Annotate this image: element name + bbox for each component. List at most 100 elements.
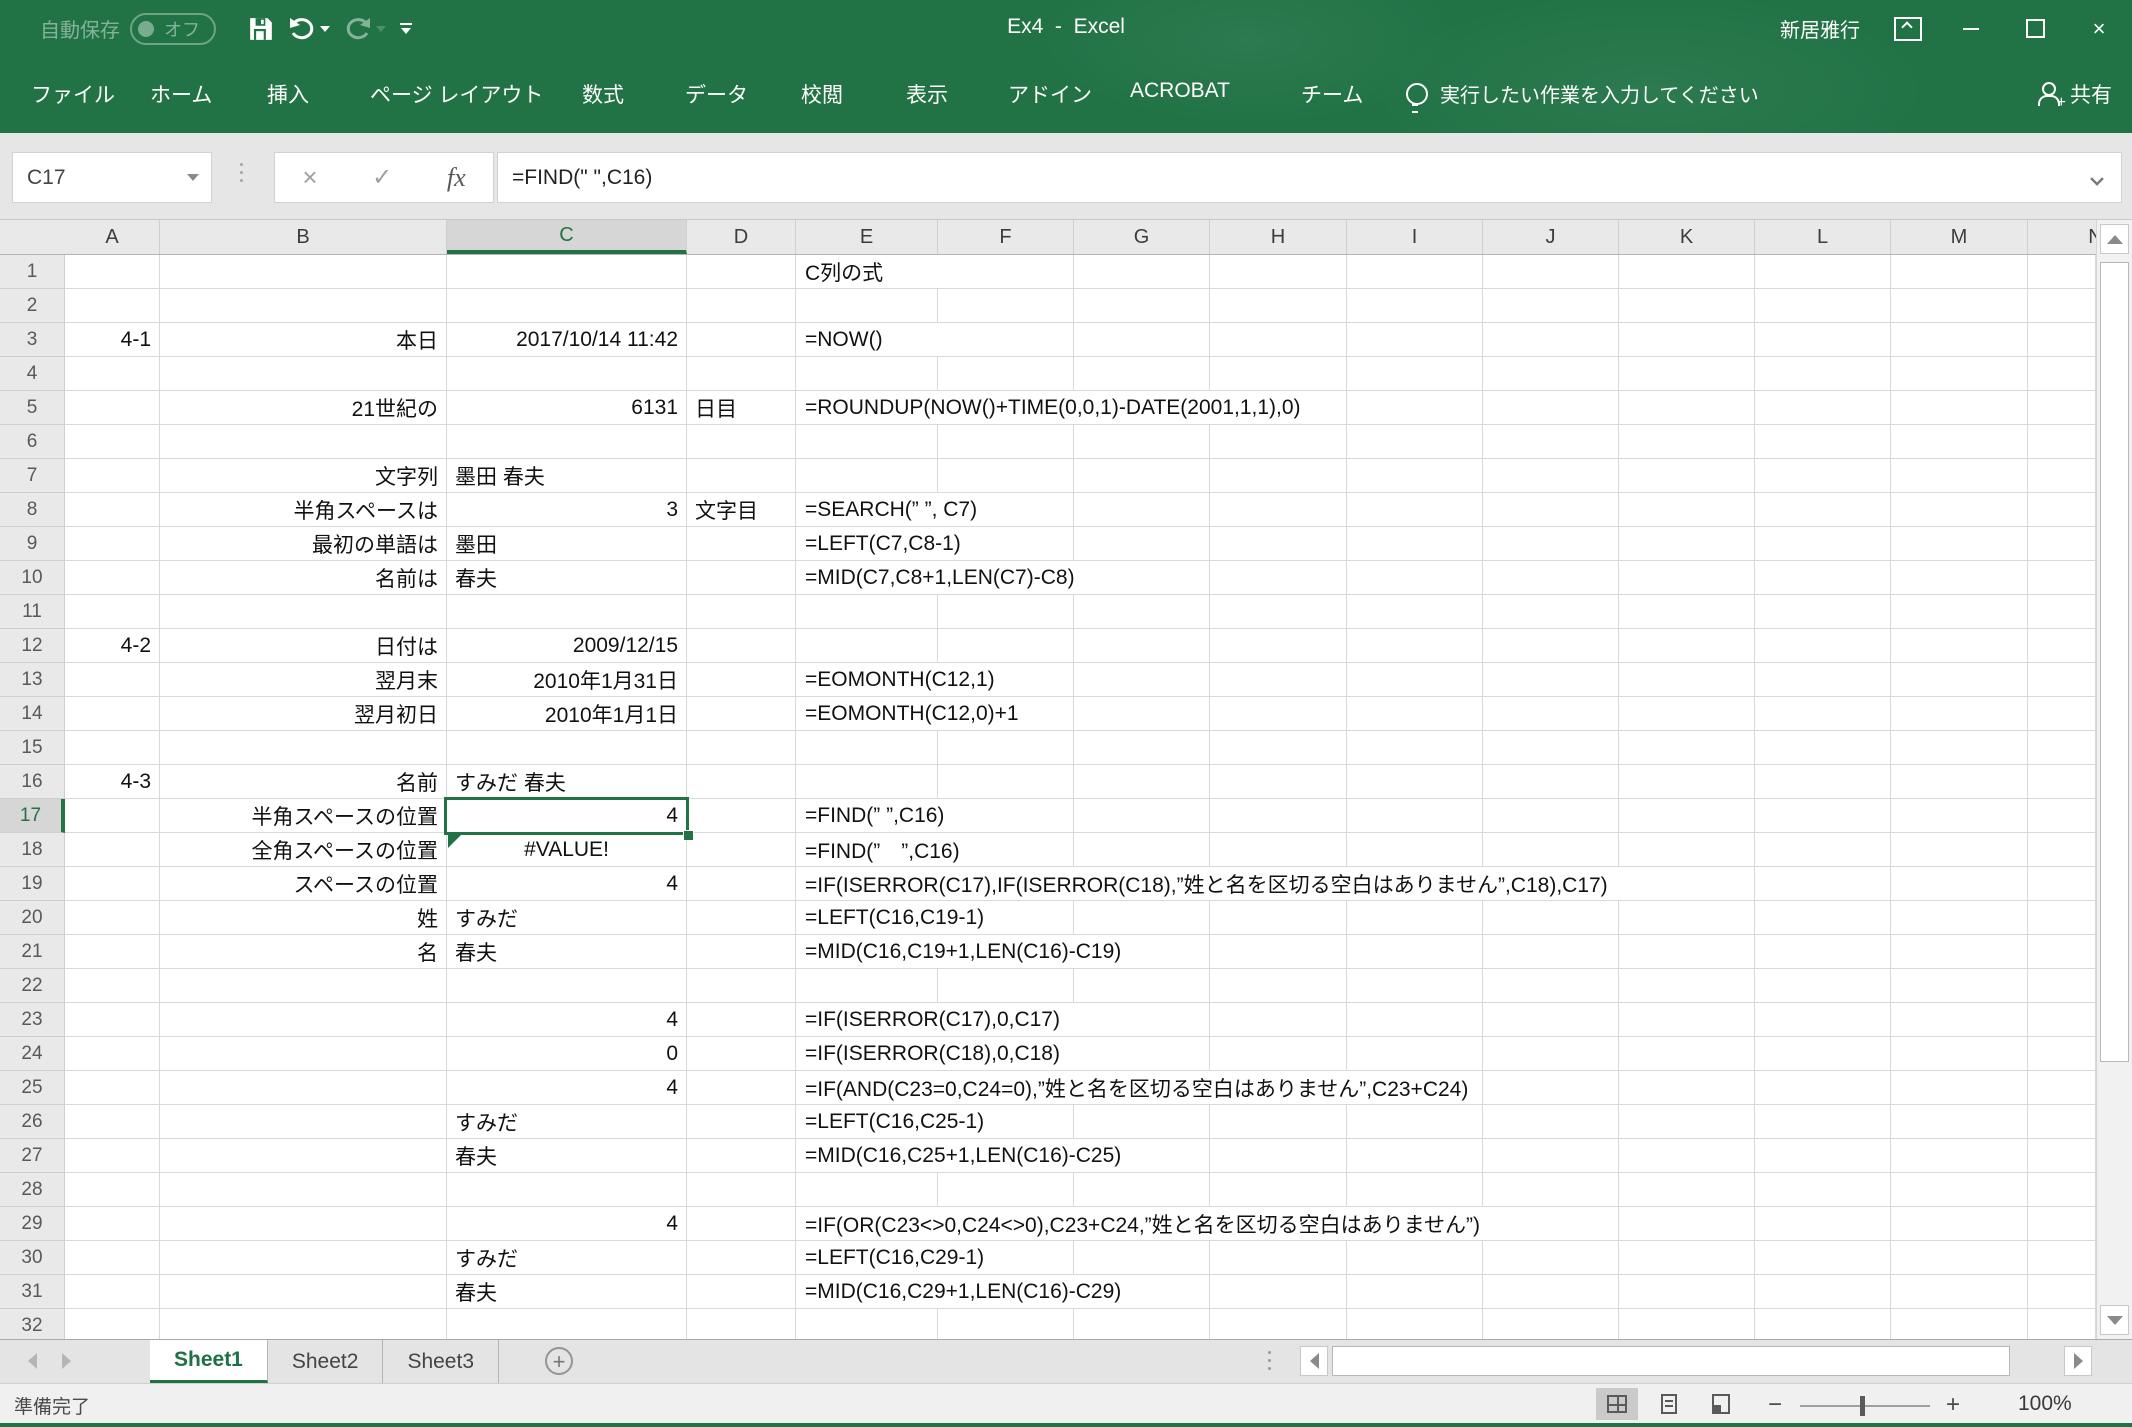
confirm-entry-icon[interactable]: ✓ (372, 163, 392, 192)
cell-K14[interactable] (1619, 697, 1755, 731)
cell-G16[interactable] (1074, 765, 1210, 799)
scroll-left-button[interactable] (1300, 1346, 1328, 1376)
cell-A24[interactable] (65, 1037, 160, 1071)
cell-H21[interactable] (1210, 935, 1347, 969)
row-header-9[interactable]: 9 (0, 527, 65, 561)
cell-D29[interactable] (687, 1207, 796, 1241)
scroll-right-button[interactable] (2064, 1346, 2092, 1376)
cell-A25[interactable] (65, 1071, 160, 1105)
cell-E4[interactable] (796, 357, 938, 391)
next-sheet-button[interactable] (62, 1353, 71, 1369)
cell-A7[interactable] (65, 459, 160, 493)
cell-M23[interactable] (1891, 1003, 2028, 1037)
column-header-F[interactable]: F (938, 220, 1074, 254)
cell-M11[interactable] (1891, 595, 2028, 629)
row-header-17[interactable]: 17 (0, 799, 65, 833)
cell-L6[interactable] (1755, 425, 1891, 459)
cell-E22[interactable] (796, 969, 938, 1003)
cell-J8[interactable] (1483, 493, 1619, 527)
horizontal-scrollbar-thumb[interactable] (1332, 1346, 2010, 1376)
cell-L7[interactable] (1755, 459, 1891, 493)
cell-G28[interactable] (1074, 1173, 1210, 1207)
cell-A29[interactable] (65, 1207, 160, 1241)
cell-A23[interactable] (65, 1003, 160, 1037)
row-header-11[interactable]: 11 (0, 595, 65, 629)
row-header-30[interactable]: 30 (0, 1241, 65, 1275)
cell-J15[interactable] (1483, 731, 1619, 765)
row-header-31[interactable]: 31 (0, 1275, 65, 1309)
worksheet-grid[interactable]: 1C列の式234-1本日2017/10/14 11:42=NOW()4521世紀… (0, 255, 2096, 1339)
cell-C19[interactable]: 4 (447, 867, 687, 901)
row-header-15[interactable]: 15 (0, 731, 65, 765)
cell-H9[interactable] (1210, 527, 1347, 561)
cell-I15[interactable] (1347, 731, 1483, 765)
ribbon-tab-挿入[interactable]: 挿入 (267, 79, 309, 109)
cell-D8[interactable]: 文字目 (687, 493, 796, 527)
cell-B17[interactable]: 半角スペースの位置 (160, 799, 447, 833)
cell-K16[interactable] (1619, 765, 1755, 799)
cell-K17[interactable] (1619, 799, 1755, 833)
cell-C15[interactable] (447, 731, 687, 765)
cell-G6[interactable] (1074, 425, 1210, 459)
cell-F28[interactable] (938, 1173, 1074, 1207)
cell-L4[interactable] (1755, 357, 1891, 391)
cell-G10[interactable] (1074, 561, 1210, 595)
cell-J10[interactable] (1483, 561, 1619, 595)
cell-D21[interactable] (687, 935, 796, 969)
column-header-I[interactable]: I (1347, 220, 1483, 254)
row-header-32[interactable]: 32 (0, 1309, 65, 1339)
cell-J2[interactable] (1483, 289, 1619, 323)
cell-G11[interactable] (1074, 595, 1210, 629)
cell-D1[interactable] (687, 255, 796, 289)
cell-C20[interactable]: すみだ (447, 901, 687, 935)
minimize-button[interactable] (1956, 14, 1986, 44)
cell-H1[interactable] (1210, 255, 1347, 289)
cell-L20[interactable] (1755, 901, 1891, 935)
column-header-L[interactable]: L (1755, 220, 1891, 254)
cell-I20[interactable] (1347, 901, 1483, 935)
zoom-in-button[interactable]: + (1946, 1391, 1960, 1419)
cell-E32[interactable] (796, 1309, 938, 1339)
cell-N14[interactable] (2028, 697, 2096, 731)
cell-D4[interactable] (687, 357, 796, 391)
cell-K19[interactable] (1619, 867, 1755, 901)
cell-H14[interactable] (1210, 697, 1347, 731)
cell-K2[interactable] (1619, 289, 1755, 323)
row-header-10[interactable]: 10 (0, 561, 65, 595)
cell-C16[interactable]: すみだ 春夫 (447, 765, 687, 799)
column-header-B[interactable]: B (160, 220, 447, 254)
cell-K22[interactable] (1619, 969, 1755, 1003)
cell-J25[interactable] (1483, 1071, 1619, 1105)
cell-M12[interactable] (1891, 629, 2028, 663)
cell-E9[interactable]: =LEFT(C7,C8-1) (796, 527, 975, 560)
formula-bar-splitter[interactable] (240, 163, 243, 182)
cell-L12[interactable] (1755, 629, 1891, 663)
cell-H28[interactable] (1210, 1173, 1347, 1207)
cell-C6[interactable] (447, 425, 687, 459)
cell-M8[interactable] (1891, 493, 2028, 527)
row-header-25[interactable]: 25 (0, 1071, 65, 1105)
cell-E23[interactable]: =IF(ISERROR(C17),0,C17) (796, 1003, 1074, 1036)
ribbon-tab-アドイン[interactable]: アドイン (1008, 79, 1092, 109)
cell-M7[interactable] (1891, 459, 2028, 493)
cell-J13[interactable] (1483, 663, 1619, 697)
cell-E18[interactable]: =FIND(” ”,C16) (796, 833, 974, 866)
cell-H3[interactable] (1210, 323, 1347, 357)
cell-N21[interactable] (2028, 935, 2096, 969)
cell-B13[interactable]: 翌月末 (160, 663, 447, 697)
cell-A28[interactable] (65, 1173, 160, 1207)
cell-M5[interactable] (1891, 391, 2028, 425)
cell-K5[interactable] (1619, 391, 1755, 425)
cell-H23[interactable] (1210, 1003, 1347, 1037)
cell-L22[interactable] (1755, 969, 1891, 1003)
cell-D31[interactable] (687, 1275, 796, 1309)
cell-H27[interactable] (1210, 1139, 1347, 1173)
tell-me-search[interactable]: 実行したい作業を入力してください (1406, 79, 1759, 108)
cell-N30[interactable] (2028, 1241, 2096, 1275)
cell-D3[interactable] (687, 323, 796, 357)
column-header-M[interactable]: M (1891, 220, 2028, 254)
cell-I9[interactable] (1347, 527, 1483, 561)
cell-K7[interactable] (1619, 459, 1755, 493)
column-header-G[interactable]: G (1074, 220, 1210, 254)
cell-M17[interactable] (1891, 799, 2028, 833)
